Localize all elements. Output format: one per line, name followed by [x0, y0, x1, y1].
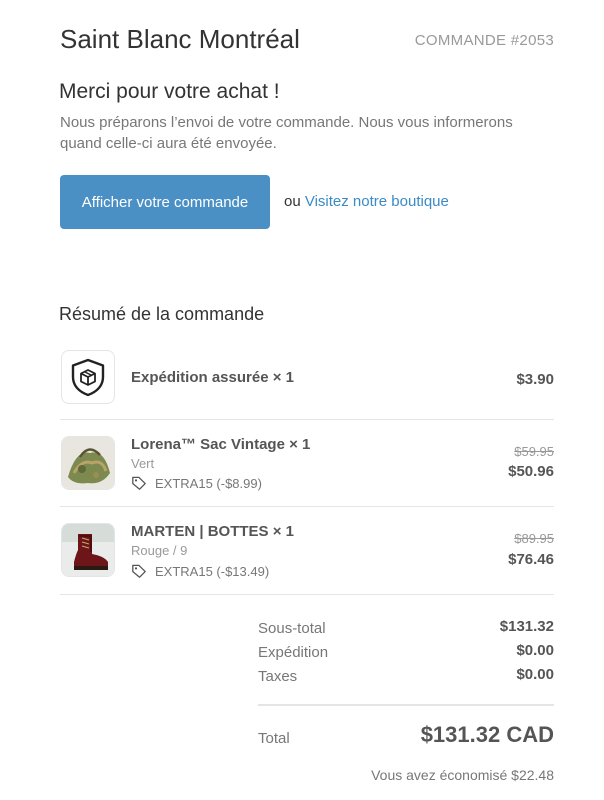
order-number: COMMANDE #2053 [414, 32, 554, 49]
taxes-value: $0.00 [516, 666, 554, 683]
or-text: ou [284, 193, 301, 210]
divider [60, 594, 554, 595]
divider [60, 506, 554, 507]
subtotal-label: Sous-total [258, 620, 326, 637]
item-price: $76.46 [508, 551, 554, 568]
item-title: Lorena™ Sac Vintage × 1 [131, 436, 311, 453]
shipping-value: $0.00 [516, 642, 554, 659]
item-variant: Vert [131, 456, 155, 471]
item-price: $3.90 [516, 371, 554, 388]
total-label: Total [258, 730, 290, 747]
divider [60, 419, 554, 420]
visit-shop-line: ou Visitez notre boutique [284, 193, 449, 210]
order-summary-title: Résumé de la commande [59, 304, 265, 324]
shipping-protection-thumbnail [61, 350, 115, 404]
total-divider [258, 704, 554, 706]
discount-code: EXTRA15 (-$13.49) [155, 563, 270, 579]
shop-name: Saint Blanc Montréal [60, 24, 300, 54]
thank-you-title: Merci pour votre achat ! [59, 80, 280, 103]
view-order-button[interactable]: Afficher votre commande [60, 175, 270, 229]
subtotal-value: $131.32 [499, 618, 554, 635]
item-variant: Rouge / 9 [131, 543, 188, 558]
tag-icon [132, 476, 146, 490]
thank-you-message: Nous préparons l’envoi de votre commande… [60, 114, 513, 152]
item-title: MARTEN | BOTTES × 1 [131, 523, 294, 540]
taxes-label: Taxes [258, 668, 298, 685]
savings-text: Vous avez économisé $22.48 [371, 767, 554, 783]
item-original-price: $89.95 [514, 531, 554, 546]
visit-shop-link[interactable]: Visitez notre boutique [305, 193, 449, 210]
discount-code: EXTRA15 (-$8.99) [155, 475, 262, 491]
bag-thumbnail [61, 436, 115, 490]
boots-thumbnail [61, 523, 115, 577]
bag-image [62, 437, 114, 489]
item-title: Expédition assurée × 1 [131, 369, 294, 386]
item-price: $50.96 [508, 463, 554, 480]
item-original-price: $59.95 [514, 444, 554, 459]
boots-image [62, 524, 114, 576]
tag-icon [132, 564, 146, 578]
item-discount: EXTRA15 (-$8.99) [131, 475, 262, 491]
item-discount: EXTRA15 (-$13.49) [131, 563, 269, 579]
total-value: $131.32 CAD [420, 722, 554, 747]
shipping-label: Expédition [258, 644, 329, 661]
shield-package-icon [71, 358, 105, 397]
